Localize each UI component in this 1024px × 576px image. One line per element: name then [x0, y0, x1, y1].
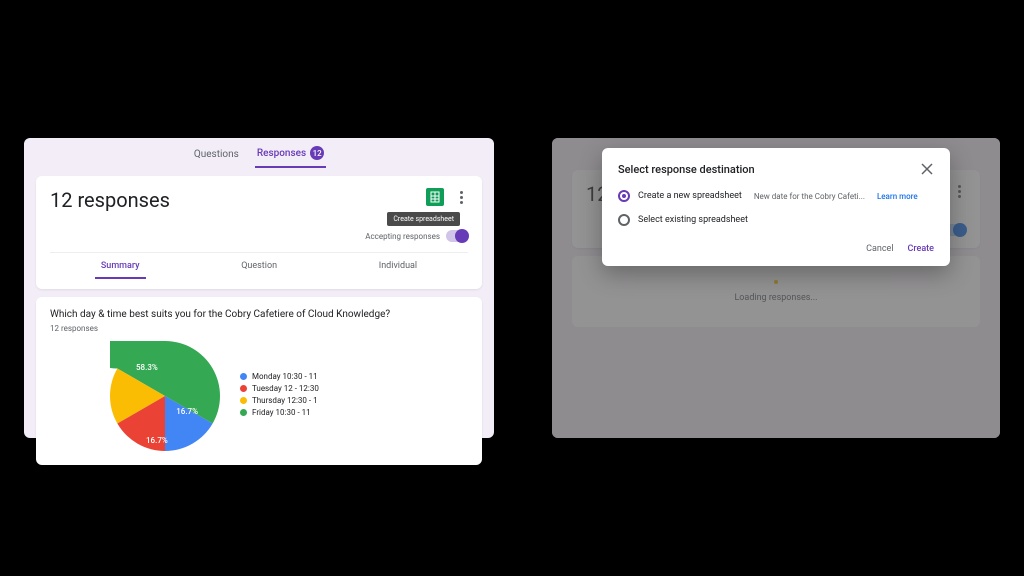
legend-item: Monday 10:30 - 11	[240, 372, 319, 381]
create-spreadsheet-button[interactable]	[426, 188, 444, 206]
create-button[interactable]: Create	[908, 244, 934, 254]
create-spreadsheet-tooltip: Create spreadsheet	[387, 212, 460, 226]
tab-summary[interactable]: Summary	[95, 261, 146, 279]
learn-more-link[interactable]: Learn more	[877, 192, 918, 201]
option-create-label: Create a new spreadsheet	[638, 191, 742, 201]
responses-panel: Questions Responses 12 12 responses Crea…	[24, 138, 494, 438]
pie-chart: 58.3% 16.7% 16.7%	[110, 341, 220, 451]
dialog-title: Select response destination	[618, 163, 755, 176]
option-existing-label: Select existing spreadsheet	[638, 215, 748, 225]
close-icon	[921, 163, 933, 175]
tab-individual[interactable]: Individual	[373, 261, 423, 279]
pie-label-red: 16.7%	[146, 436, 168, 445]
chart-legend: Monday 10:30 - 11 Tuesday 12 - 12:30 Thu…	[240, 372, 319, 420]
form-tabs: Questions Responses 12	[24, 138, 494, 168]
cancel-button[interactable]: Cancel	[866, 244, 893, 254]
tab-responses[interactable]: Responses 12	[255, 146, 326, 168]
legend-dot-icon	[240, 385, 247, 392]
legend-dot-icon	[240, 373, 247, 380]
question-response-count: 12 responses	[50, 324, 468, 333]
legend-dot-icon	[240, 397, 247, 404]
response-view-tabs: Summary Question Individual	[50, 252, 468, 279]
select-destination-dialog: Select response destination Create a new…	[602, 148, 950, 266]
radio-select-existing[interactable]	[618, 214, 630, 226]
tab-question[interactable]: Question	[235, 261, 283, 279]
close-button[interactable]	[920, 162, 934, 176]
question-text: Which day & time best suits you for the …	[50, 309, 468, 320]
responses-header-card: 12 responses Create spreadsheet Acceptin…	[36, 176, 482, 289]
question-summary-card: Which day & time best suits you for the …	[36, 297, 482, 465]
radio-create-new[interactable]	[618, 190, 630, 202]
responses-title: 12 responses	[50, 188, 170, 212]
legend-dot-icon	[240, 409, 247, 416]
destination-dialog-panel: 12 res ses Loading responses... Select r…	[552, 138, 1000, 438]
accepting-responses-label: Accepting responses	[365, 232, 440, 241]
legend-item: Tuesday 12 - 12:30	[240, 384, 319, 393]
option-create-new[interactable]: Create a new spreadsheet New date for th…	[618, 190, 934, 202]
legend-item: Thursday 12:30 - 1	[240, 396, 319, 405]
accepting-responses-toggle[interactable]	[446, 230, 468, 242]
legend-item: Friday 10:30 - 11	[240, 408, 319, 417]
more-options-button[interactable]	[454, 191, 468, 204]
tab-questions[interactable]: Questions	[192, 146, 241, 168]
tab-responses-label: Responses	[257, 148, 306, 159]
option-select-existing[interactable]: Select existing spreadsheet	[618, 214, 934, 226]
pie-label-blue: 16.7%	[176, 407, 198, 416]
responses-count-badge: 12	[310, 146, 324, 160]
sheets-icon	[430, 191, 440, 203]
spreadsheet-name: New date for the Cobry Cafeti...	[754, 192, 865, 201]
pie-label-green: 58.3%	[136, 363, 158, 372]
